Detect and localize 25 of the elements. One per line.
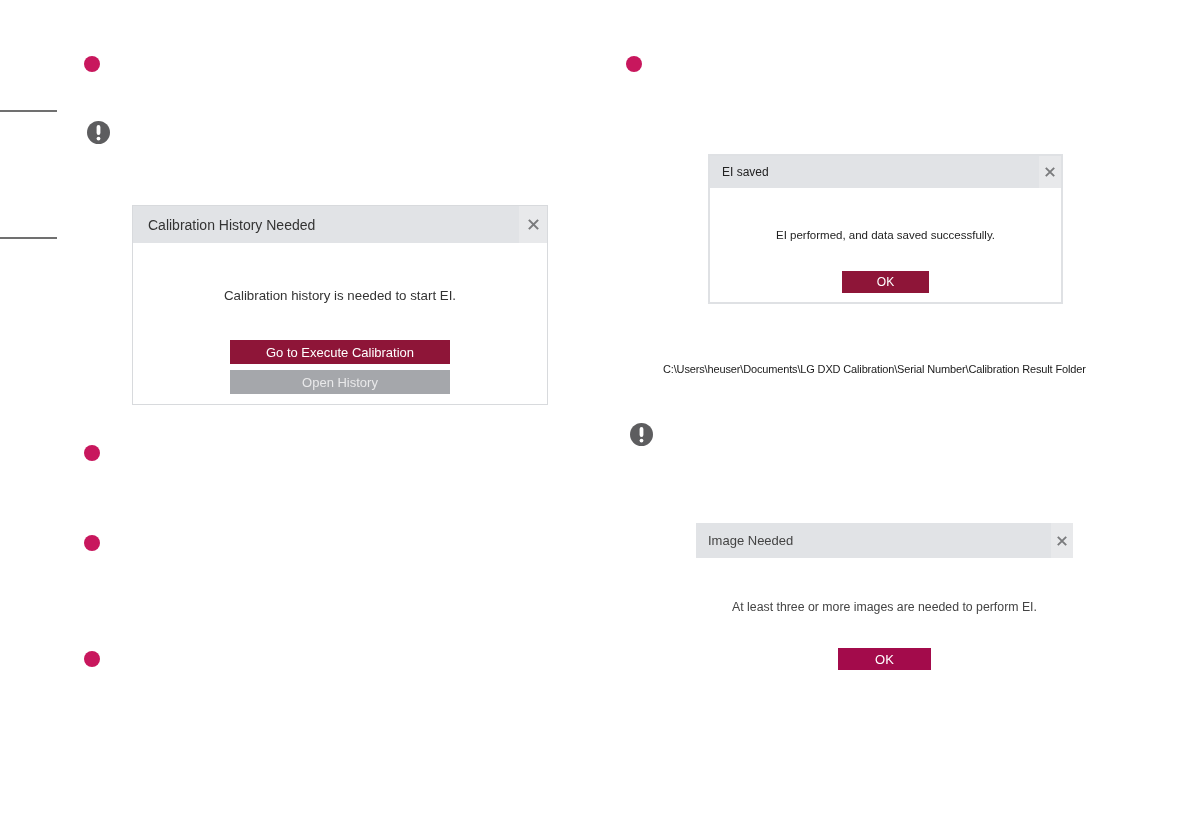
divider — [0, 237, 57, 239]
close-icon — [1057, 535, 1067, 546]
dialog-button[interactable]: Go to Execute Calibration — [230, 340, 450, 364]
close-button[interactable] — [1051, 523, 1073, 558]
bullet-icon — [84, 535, 100, 551]
close-button[interactable] — [1039, 156, 1061, 188]
bullet-icon — [626, 56, 642, 72]
bullet-icon — [84, 56, 100, 72]
dialog-message: EI performed, and data saved successfully. — [775, 228, 995, 243]
close-icon — [1045, 167, 1055, 177]
dialog-message: At least three or more images are needed to perform EI. — [732, 599, 1037, 615]
dialog-button[interactable]: OK — [842, 271, 929, 293]
dialog-title: EI saved — [722, 165, 769, 179]
dialog-title: Calibration History Needed — [148, 216, 316, 233]
exclamation-icon — [630, 423, 653, 446]
divider — [0, 110, 57, 112]
dialog-message: Calibration history is needed to start EI. — [223, 287, 457, 305]
close-button[interactable] — [519, 206, 547, 243]
folder-path-text: C:\Users\heuser\Documents\LG DXD Calibration\Serial Number\Calibration Result Folder — [663, 362, 1086, 377]
dialog-button[interactable]: OK — [838, 648, 931, 670]
dialog-title: Image Needed — [708, 533, 794, 548]
bullet-icon — [84, 445, 100, 461]
exclamation-icon — [87, 121, 110, 144]
bullet-icon — [84, 651, 100, 667]
close-icon — [527, 219, 539, 230]
